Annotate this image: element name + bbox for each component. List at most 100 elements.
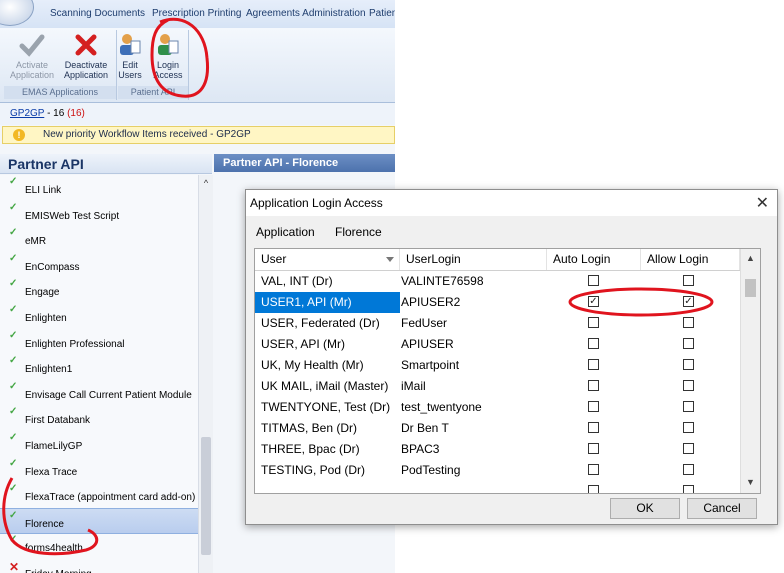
list-item[interactable]: ✓ FlameLilyGP xyxy=(0,431,198,457)
table-row[interactable] xyxy=(255,481,740,493)
table-row[interactable]: UK MAIL, iMail (Master) iMail xyxy=(255,376,740,397)
table-row[interactable]: TITMAS, Ben (Dr) Dr Ben T xyxy=(255,418,740,439)
scrollbar-thumb[interactable] xyxy=(201,437,211,555)
column-header-user[interactable]: User xyxy=(255,249,400,270)
allow-login-checkbox[interactable] xyxy=(683,317,694,328)
allow-login-checkbox[interactable] xyxy=(683,359,694,370)
auto-login-checkbox[interactable] xyxy=(588,422,599,433)
userlogin-cell[interactable]: VALINTE76598 xyxy=(401,271,551,292)
userlogin-cell[interactable]: BPAC3 xyxy=(401,439,551,460)
list-item[interactable]: ✓ Envisage Call Current Patient Module xyxy=(0,380,198,406)
user-cell[interactable] xyxy=(261,481,393,493)
list-item[interactable]: ✓ FlexaTrace (appointment card add-on) xyxy=(0,482,198,508)
auto-login-checkbox[interactable] xyxy=(588,464,599,475)
list-item[interactable]: ✕ Friday Morning xyxy=(0,559,198,573)
allow-login-checkbox[interactable] xyxy=(683,338,694,349)
login-access-button[interactable]: Login Access xyxy=(148,32,188,80)
userlogin-cell[interactable]: test_twentyone xyxy=(401,397,551,418)
allow-login-checkbox[interactable] xyxy=(683,422,694,433)
userlogin-cell[interactable]: Smartpoint xyxy=(401,355,551,376)
tab-patient[interactable]: Patien xyxy=(369,8,395,19)
list-item[interactable]: ✓ Enlighten xyxy=(0,303,198,329)
user-cell[interactable]: USER1, API (Mr) xyxy=(255,292,400,313)
list-item[interactable]: ✓ Enlighten1 xyxy=(0,354,198,380)
column-header-auto-login[interactable]: Auto Login xyxy=(547,249,641,270)
user-cell[interactable]: UK MAIL, iMail (Master) xyxy=(261,376,393,397)
ribbon: Activate Application Deactivate Applicat… xyxy=(0,28,395,103)
allow-login-checkbox[interactable] xyxy=(683,464,694,475)
table-row[interactable]: USER, API (Mr) APIUSER xyxy=(255,334,740,355)
allow-login-checkbox[interactable]: ✓ xyxy=(683,296,694,307)
auto-login-checkbox[interactable] xyxy=(588,275,599,286)
tab-prescription-printing[interactable]: Prescription Printing xyxy=(152,8,241,19)
scroll-up-icon[interactable]: ▲ xyxy=(746,253,755,263)
table-row[interactable]: USER, Federated (Dr) FedUser xyxy=(255,313,740,334)
column-header-allow-login[interactable]: Allow Login xyxy=(641,249,740,270)
auto-login-checkbox[interactable] xyxy=(588,338,599,349)
auto-login-checkbox[interactable] xyxy=(588,401,599,412)
table-row[interactable]: VAL, INT (Dr) VALINTE76598 xyxy=(255,271,740,292)
auto-login-checkbox[interactable] xyxy=(588,443,599,454)
list-item[interactable]: ✓ EnCompass xyxy=(0,252,198,278)
red-x-icon xyxy=(75,34,97,56)
tab-agreements-administration[interactable]: Agreements Administration xyxy=(246,8,366,19)
edit-users-button[interactable]: Edit Users xyxy=(111,32,149,80)
group-label: Patient API xyxy=(118,86,188,99)
allow-login-checkbox[interactable] xyxy=(683,275,694,286)
user-cell[interactable]: TITMAS, Ben (Dr) xyxy=(261,418,393,439)
grid-scrollbar[interactable]: ▲ ▼ xyxy=(740,249,760,493)
auto-login-checkbox[interactable] xyxy=(588,380,599,391)
auto-login-checkbox[interactable]: ✓ xyxy=(588,296,599,307)
userlogin-cell[interactable]: APIUSER xyxy=(401,334,551,355)
userlogin-cell[interactable] xyxy=(401,481,551,493)
user-cell[interactable]: UK, My Health (Mr) xyxy=(261,355,393,376)
user-cell[interactable]: VAL, INT (Dr) xyxy=(261,271,393,292)
list-item[interactable]: ✓ Engage xyxy=(0,277,198,303)
auto-login-checkbox[interactable] xyxy=(588,317,599,328)
tab-scanning-documents[interactable]: Scanning Documents xyxy=(50,8,145,19)
userlogin-cell[interactable]: PodTesting xyxy=(401,460,551,481)
scroll-up-icon[interactable]: ^ xyxy=(199,177,213,189)
list-item[interactable]: ✓ eMR xyxy=(0,226,198,252)
table-row[interactable]: THREE, Bpac (Dr) BPAC3 xyxy=(255,439,740,460)
userlogin-cell[interactable]: iMail xyxy=(401,376,551,397)
user-cell[interactable]: THREE, Bpac (Dr) xyxy=(261,439,393,460)
user-cell[interactable]: USER, API (Mr) xyxy=(261,334,393,355)
userlogin-cell[interactable]: Dr Ben T xyxy=(401,418,551,439)
application-list-scrollbar[interactable]: ^ xyxy=(198,175,213,573)
auto-login-checkbox[interactable] xyxy=(588,485,599,493)
userlogin-cell[interactable]: FedUser xyxy=(401,313,551,334)
allow-login-checkbox[interactable] xyxy=(683,443,694,454)
table-row[interactable]: UK, My Health (Mr) Smartpoint xyxy=(255,355,740,376)
allow-login-checkbox[interactable] xyxy=(683,485,694,493)
cancel-button[interactable]: Cancel xyxy=(687,498,757,519)
table-row[interactable]: TWENTYONE, Test (Dr) test_twentyone xyxy=(255,397,740,418)
table-row[interactable]: USER1, API (Mr) APIUSER2 ✓ ✓ xyxy=(255,292,740,313)
workflow-notice[interactable]: ! New priority Workflow Items received -… xyxy=(2,126,395,144)
grid-scrollbar-thumb[interactable] xyxy=(745,279,756,297)
list-item[interactable]: ✓ forms4health xyxy=(0,533,198,559)
table-row[interactable]: TESTING, Pod (Dr) PodTesting xyxy=(255,460,740,481)
list-item[interactable]: ✓ Flexa Trace xyxy=(0,457,198,483)
ok-button[interactable]: OK xyxy=(610,498,680,519)
activate-application-button[interactable]: Activate Application xyxy=(7,32,57,80)
group-label: EMAS Applications xyxy=(4,86,116,99)
list-item[interactable]: ✓ First Databank xyxy=(0,405,198,431)
gp2gp-link[interactable]: GP2GP xyxy=(10,108,44,119)
close-icon[interactable]: ✕ xyxy=(756,193,769,213)
list-item[interactable]: ✓ Florence xyxy=(0,507,198,534)
list-item[interactable]: ✓ ELI Link xyxy=(0,175,198,201)
user-cell[interactable]: TWENTYONE, Test (Dr) xyxy=(261,397,393,418)
scroll-down-icon[interactable]: ▼ xyxy=(746,477,755,487)
column-header-userlogin[interactable]: UserLogin xyxy=(400,249,547,270)
user-cell[interactable]: TESTING, Pod (Dr) xyxy=(261,460,393,481)
allow-login-checkbox[interactable] xyxy=(683,401,694,412)
allow-login-checkbox[interactable] xyxy=(683,380,694,391)
list-item[interactable]: ✓ EMISWeb Test Script xyxy=(0,201,198,227)
auto-login-checkbox[interactable] xyxy=(588,359,599,370)
userlogin-cell[interactable]: APIUSER2 xyxy=(401,292,551,313)
user-cell[interactable]: USER, Federated (Dr) xyxy=(261,313,393,334)
app-orb-button[interactable] xyxy=(0,0,34,26)
list-item[interactable]: ✓ Enlighten Professional xyxy=(0,329,198,355)
deactivate-application-button[interactable]: Deactivate Application xyxy=(61,32,111,80)
